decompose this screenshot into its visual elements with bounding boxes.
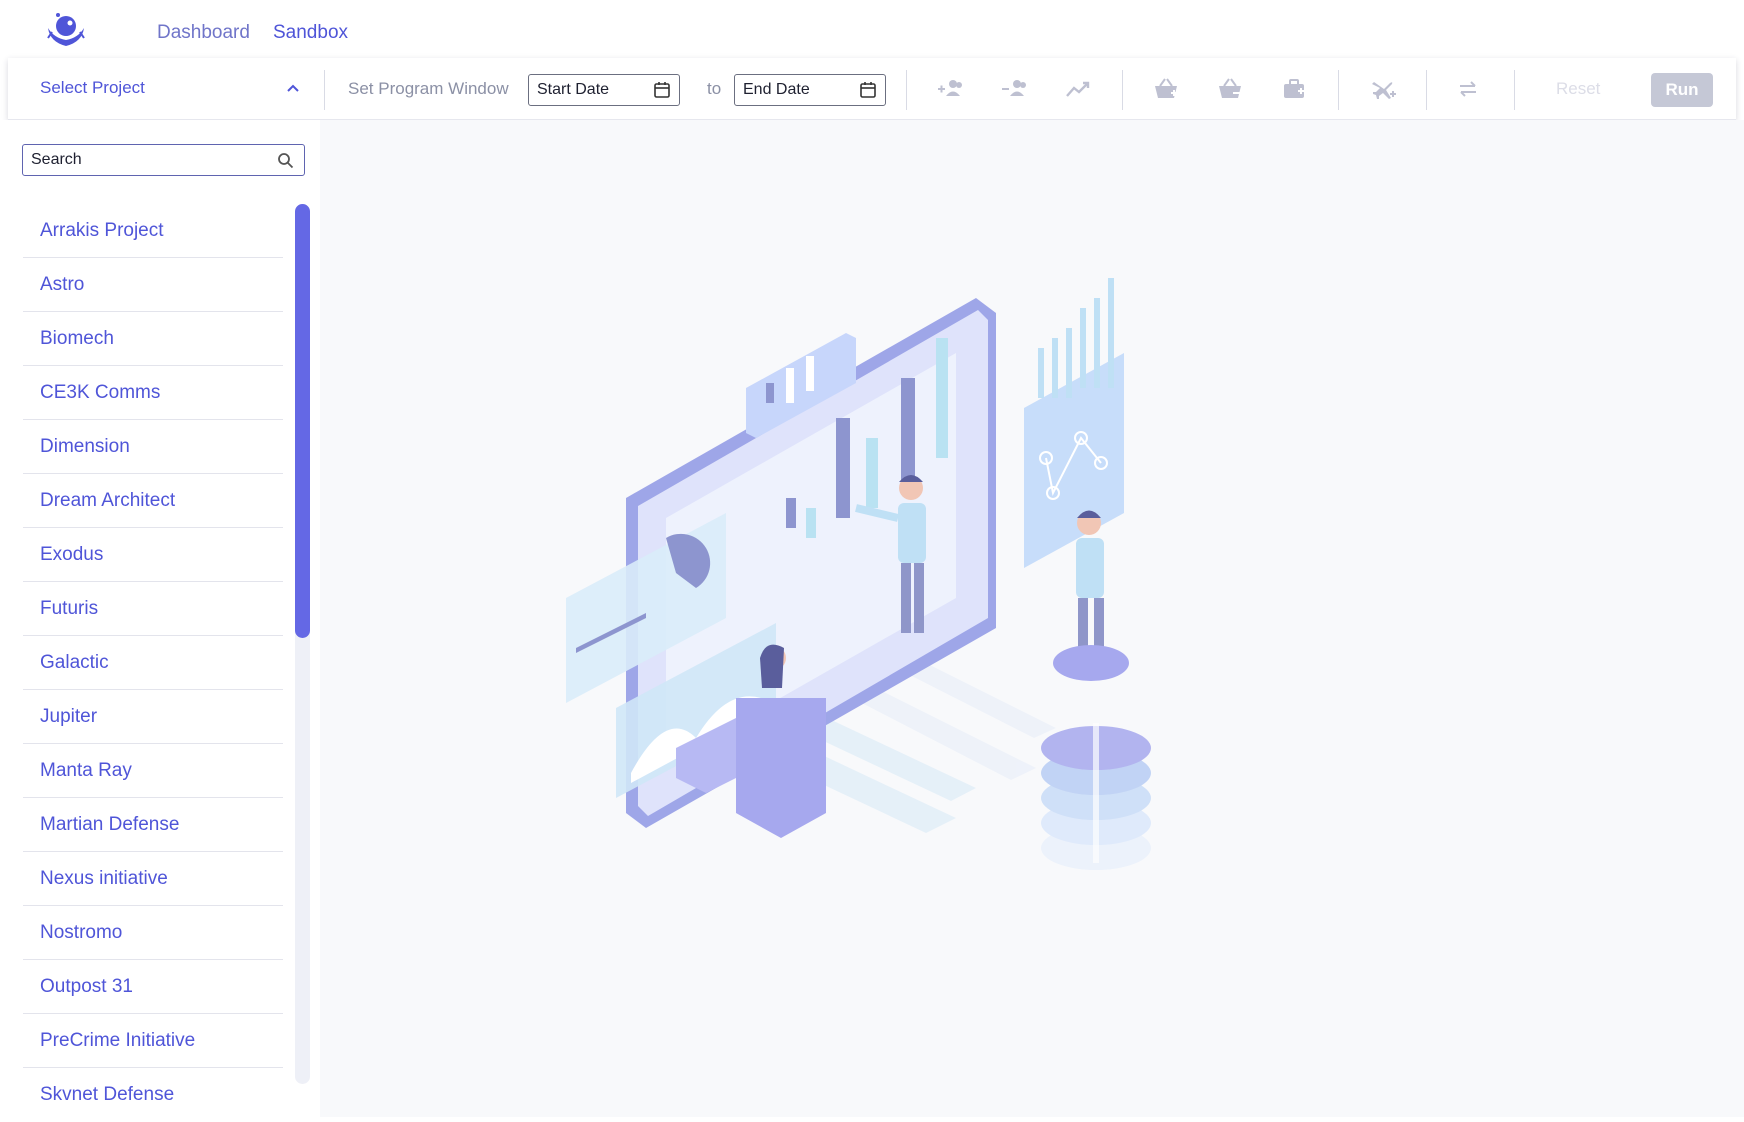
add-basket-icon[interactable] xyxy=(1152,76,1180,102)
project-item[interactable]: Manta Ray xyxy=(23,744,283,798)
top-navigation: Dashboard Sandbox xyxy=(0,0,1744,62)
select-project-dropdown[interactable]: Select Project xyxy=(40,78,145,98)
project-item[interactable]: Astro xyxy=(23,258,283,312)
search-icon[interactable] xyxy=(277,152,294,169)
search-input[interactable] xyxy=(31,151,261,169)
app-logo-icon[interactable] xyxy=(44,10,88,50)
project-item[interactable]: Martian Defense xyxy=(23,798,283,852)
analytics-illustration xyxy=(566,278,1151,870)
project-item[interactable]: Galactic xyxy=(23,636,283,690)
project-item[interactable]: Nexus initiative xyxy=(23,852,283,906)
divider xyxy=(906,70,907,110)
project-item[interactable]: CE3K Comms xyxy=(23,366,283,420)
run-button[interactable]: Run xyxy=(1651,73,1713,107)
project-item[interactable]: Jupiter xyxy=(23,690,283,744)
divider xyxy=(1514,70,1515,110)
project-item[interactable]: Dimension xyxy=(23,420,283,474)
remove-person-icon[interactable] xyxy=(1000,76,1028,102)
project-item[interactable]: Futuris xyxy=(23,582,283,636)
divider xyxy=(324,70,325,110)
start-date-field[interactable]: Start Date xyxy=(528,74,680,106)
project-item[interactable]: Nostromo xyxy=(23,906,283,960)
end-date-field[interactable]: End Date xyxy=(734,74,886,106)
search-field[interactable] xyxy=(22,144,305,176)
calendar-icon[interactable] xyxy=(653,81,671,99)
project-item[interactable]: Exodus xyxy=(23,528,283,582)
briefcase-icon[interactable] xyxy=(1280,76,1308,102)
project-item[interactable]: PreCrime Initiative xyxy=(23,1014,283,1068)
project-item[interactable]: Outpost 31 xyxy=(23,960,283,1014)
nav-dashboard[interactable]: Dashboard xyxy=(157,22,250,44)
project-sidebar: Arrakis Project Astro Biomech CE3K Comms… xyxy=(0,120,320,1117)
chevron-up-icon[interactable] xyxy=(284,80,302,98)
program-window-label: Set Program Window xyxy=(348,79,509,98)
trend-icon[interactable] xyxy=(1064,76,1092,102)
toolbar: Select Project Set Program Window Start … xyxy=(8,58,1736,120)
scrollbar-thumb[interactable] xyxy=(295,204,310,638)
nav-sandbox[interactable]: Sandbox xyxy=(273,22,348,44)
sidebar-scrollbar[interactable] xyxy=(295,204,310,1084)
end-date-placeholder: End Date xyxy=(743,81,810,98)
start-date-placeholder: Start Date xyxy=(537,81,610,98)
project-item[interactable]: Arrakis Project xyxy=(23,204,283,258)
remove-basket-icon[interactable] xyxy=(1216,76,1244,102)
project-item[interactable]: Skvnet Defense xyxy=(23,1068,283,1122)
main-content xyxy=(320,120,1744,1117)
divider xyxy=(1122,70,1123,110)
divider xyxy=(1338,70,1339,110)
project-list: Arrakis Project Astro Biomech CE3K Comms… xyxy=(23,204,283,1122)
reset-button[interactable]: Reset xyxy=(1556,79,1600,99)
add-person-icon[interactable] xyxy=(936,76,964,102)
add-flight-icon[interactable] xyxy=(1370,76,1398,102)
calendar-icon[interactable] xyxy=(859,81,877,99)
swap-icon[interactable] xyxy=(1454,76,1482,102)
project-item[interactable]: Biomech xyxy=(23,312,283,366)
project-item[interactable]: Dream Architect xyxy=(23,474,283,528)
to-label: to xyxy=(707,79,722,98)
divider xyxy=(1426,70,1427,110)
